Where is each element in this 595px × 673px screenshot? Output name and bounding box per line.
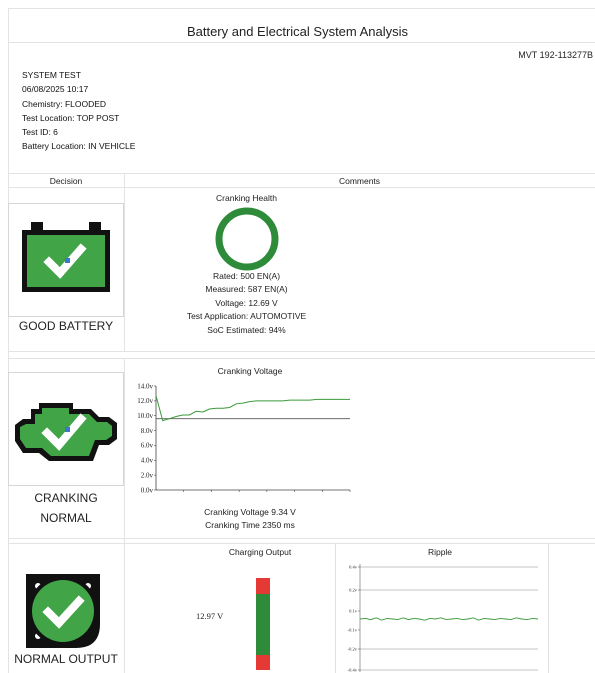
ripple-chart: 0.4v 0.2v 0.1v -0.1v -0.2v -0.4v xyxy=(348,564,539,673)
ripple-tick-label: 0.4v xyxy=(349,565,358,570)
charging-bar-normal-zone xyxy=(256,594,270,655)
health-ring xyxy=(215,207,279,271)
cranking-voltage-series xyxy=(155,395,350,422)
y-tick-label: 2.0v xyxy=(141,471,154,479)
engine-check-icon xyxy=(15,403,117,461)
measured-value: Measured: 587 EN(A) xyxy=(205,284,288,295)
cranking-result-line2: NORMAL xyxy=(40,511,92,525)
cranking-voltage-chart: 14.0v 12.0v 10.0v 8.0v 6.0v 4.0v 2.0v 0.0v xyxy=(137,382,351,494)
cranking-health-gauge xyxy=(215,207,279,271)
soc-value: SoC Estimated: 94% xyxy=(207,324,286,335)
section-divider-1 xyxy=(8,351,595,352)
charging-output-value: 12.97 V xyxy=(196,611,224,621)
test-info-line: Battery Location: IN VEHICLE xyxy=(22,141,136,152)
decision-column-header: Decision xyxy=(49,176,83,186)
charging-bar-low-zone xyxy=(256,655,270,670)
alternator-icon-box xyxy=(16,564,110,658)
engine-icon-box xyxy=(8,372,124,486)
test-info-line: Test Location: TOP POST xyxy=(22,112,120,123)
cranking-result-line1: CRANKING xyxy=(34,491,98,505)
report-title: Battery and Electrical System Analysis xyxy=(186,24,409,39)
top-border xyxy=(8,8,595,9)
comments-column-header: Comments xyxy=(338,176,381,186)
left-border xyxy=(8,8,9,673)
ripple-tick-label: -0.2v xyxy=(348,647,358,652)
test-info: SYSTEM TEST 06/08/2025 10:17 Chemistry: … xyxy=(22,68,135,154)
columns-top-divider xyxy=(8,173,595,174)
cranking-health-title: Cranking Health xyxy=(216,193,277,203)
charging-output-bar xyxy=(256,578,270,670)
alternator-check-icon xyxy=(26,574,100,648)
battery-check-icon xyxy=(22,222,110,292)
charging-output-title: Charging Output xyxy=(228,547,292,557)
battery-details: Rated: 500 EN(A) Measured: 587 EN(A) Vol… xyxy=(124,270,369,337)
y-tick-label: 14.0v xyxy=(137,382,153,390)
test-application-value: Test Application: AUTOMOTIVE xyxy=(186,311,307,322)
section-divider-2 xyxy=(8,538,595,539)
ripple-tick-label: 0.2v xyxy=(349,588,358,593)
columns-bottom-divider xyxy=(8,187,595,188)
y-tick-label: 6.0v xyxy=(141,442,154,450)
rated-value: Rated: 500 EN(A) xyxy=(212,271,281,281)
y-tick-label: 10.0v xyxy=(137,412,153,420)
column-divider-lower xyxy=(124,358,125,673)
serial-number: MVT 192-113277B xyxy=(518,50,593,60)
cranking-result: CRANKING NORMAL xyxy=(8,488,124,528)
test-info-line: Test ID: 6 xyxy=(22,127,58,138)
battery-icon-box xyxy=(8,203,124,317)
ripple-tick-label: 0.1v xyxy=(349,609,358,614)
title-divider xyxy=(8,42,595,43)
ripple-series xyxy=(359,617,539,621)
y-tick-label: 8.0v xyxy=(141,427,154,435)
section-divider-1b xyxy=(8,358,595,359)
charging-bar-high-zone xyxy=(256,578,270,594)
test-info-line: SYSTEM TEST xyxy=(22,70,81,80)
y-tick-label: 4.0v xyxy=(141,457,154,465)
cranking-summary: Cranking Voltage 9.34 V Cranking Time 23… xyxy=(124,506,376,533)
test-info-line: 06/08/2025 10:17 xyxy=(22,84,89,95)
cranking-time-value: Cranking Time 2350 ms xyxy=(205,520,295,531)
cranking-voltage-value: Cranking Voltage 9.34 V xyxy=(204,507,296,517)
y-tick-label: 0.0v xyxy=(141,486,154,494)
y-tick-label: 12.0v xyxy=(137,397,153,405)
charging-result: NORMAL OUTPUT xyxy=(14,652,118,666)
cranking-voltage-title: Cranking Voltage xyxy=(217,366,283,376)
battery-result: GOOD BATTERY xyxy=(18,319,114,333)
ripple-tick-label: -0.4v xyxy=(348,668,358,673)
test-info-line: Chemistry: FLOODED xyxy=(22,98,107,109)
ripple-tick-label: -0.1v xyxy=(348,628,358,633)
ripple-title: Ripple xyxy=(427,547,453,557)
voltage-value: Voltage: 12.69 V xyxy=(215,297,278,308)
